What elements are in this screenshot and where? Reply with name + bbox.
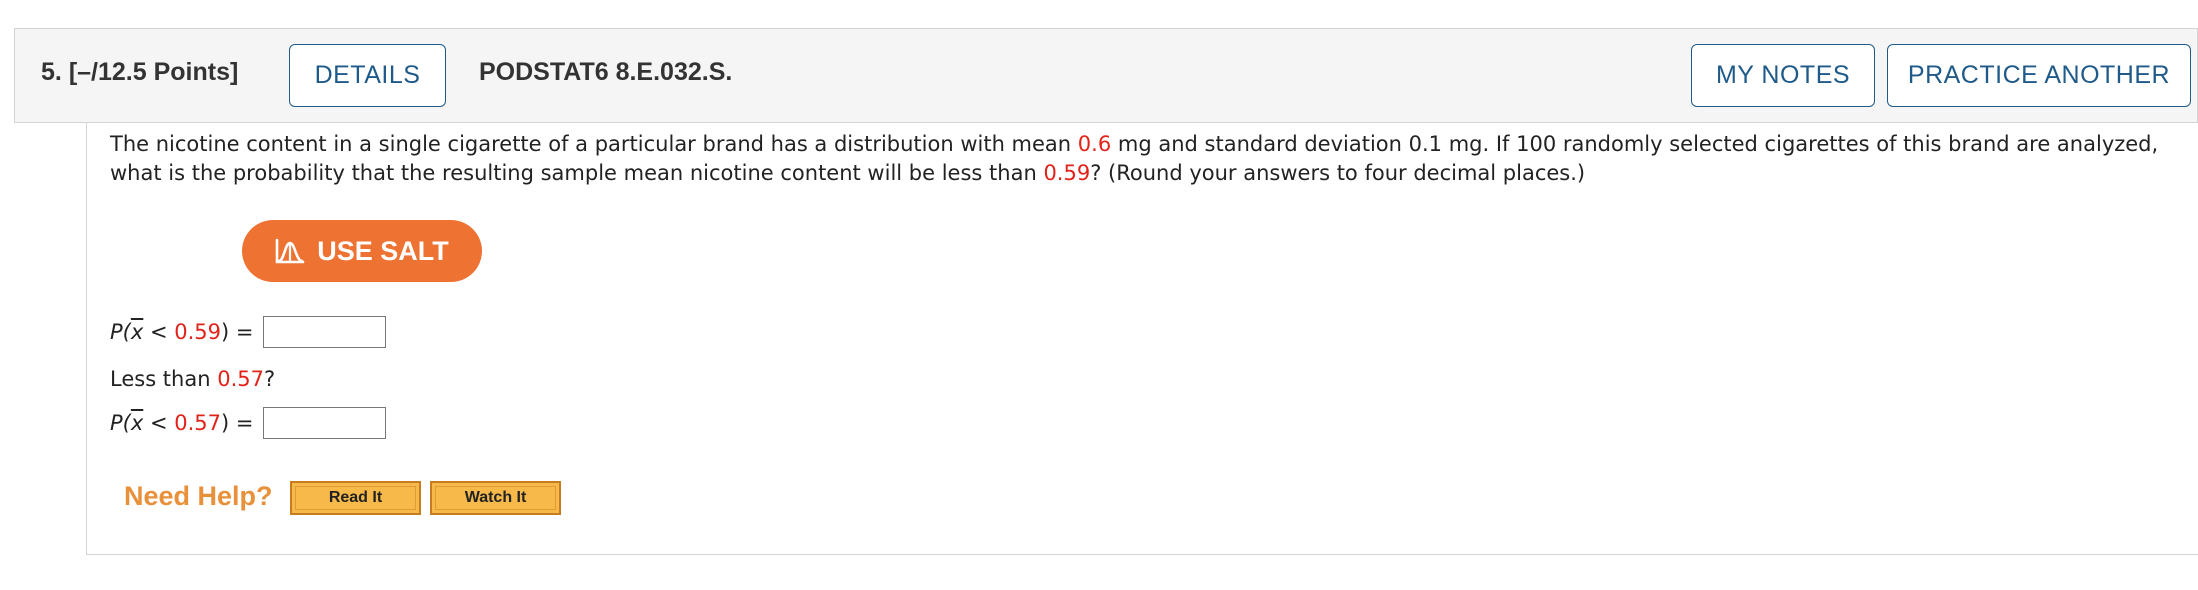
question-number-points: 5. [–/12.5 Points]: [41, 58, 238, 87]
points-label: [–/12.5 Points]: [68, 58, 239, 86]
less-than-suffix: ?: [263, 367, 276, 391]
answer-input-1[interactable]: [263, 316, 387, 348]
mean-value: 0.6: [1077, 132, 1112, 156]
prob-prefix: P(: [110, 320, 131, 344]
prob-suffix: ) =: [221, 320, 254, 344]
use-salt-button[interactable]: USE SALT: [242, 220, 482, 282]
problem-code: PODSTAT6 8.E.032.S.: [479, 58, 733, 86]
details-button[interactable]: DETAILS: [289, 44, 446, 107]
prob-value: 0.59: [174, 320, 222, 344]
threshold-value: 0.59: [1043, 161, 1091, 185]
xbar-symbol: x: [130, 320, 144, 344]
watch-it-label: Watch It: [435, 486, 556, 510]
less-than-value: 0.57: [217, 367, 264, 391]
answer-row-2: P(x < 0.57) =: [110, 407, 387, 439]
question-part3: ? (Round your answers to four decimal pl…: [1090, 161, 1586, 185]
less-than-prefix: Less than: [110, 367, 218, 391]
question-text: The nicotine content in a single cigaret…: [110, 130, 2190, 188]
prob-prefix: P(: [110, 411, 131, 435]
normal-curve-icon: [275, 237, 305, 265]
question-number: 5.: [41, 58, 62, 86]
my-notes-button[interactable]: MY NOTES: [1691, 44, 1875, 107]
read-it-label: Read It: [295, 486, 416, 510]
prob-value: 0.57: [174, 411, 222, 435]
need-help-label: Need Help?: [124, 481, 273, 511]
xbar-symbol: x: [130, 411, 144, 435]
less-than-prompt: Less than 0.57?: [110, 367, 275, 391]
practice-another-button[interactable]: PRACTICE ANOTHER: [1887, 44, 2191, 107]
answer-input-2[interactable]: [263, 407, 387, 439]
watch-it-button[interactable]: Watch It: [430, 481, 561, 515]
question-part1: The nicotine content in a single cigaret…: [110, 132, 1078, 156]
answer-row-1: P(x < 0.59) =: [110, 316, 387, 348]
operator: <: [143, 320, 175, 344]
read-it-button[interactable]: Read It: [290, 481, 421, 515]
operator: <: [143, 411, 175, 435]
use-salt-label: USE SALT: [317, 235, 449, 266]
question-header: 5. [–/12.5 Points] DETAILS PODSTAT6 8.E.…: [14, 28, 2198, 123]
prob-suffix: ) =: [221, 411, 254, 435]
